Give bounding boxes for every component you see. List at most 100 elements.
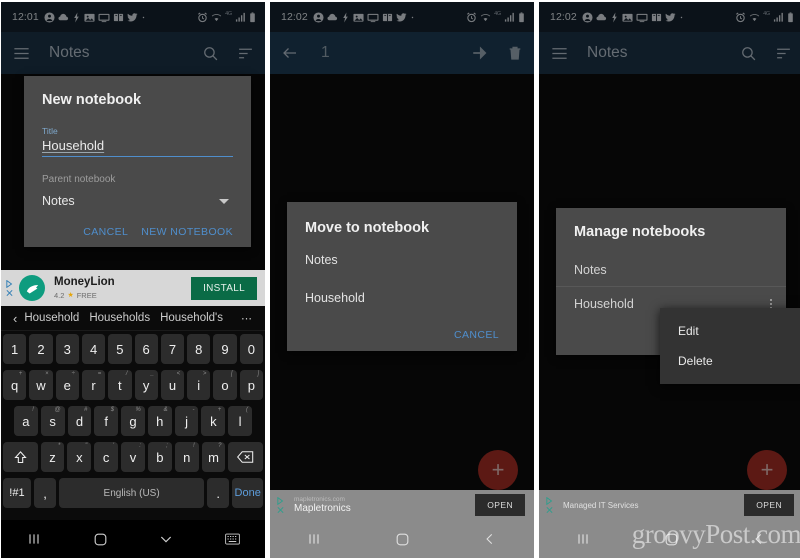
key-e[interactable]: ÷ e xyxy=(55,370,79,400)
key-y[interactable]: _ y xyxy=(134,370,158,400)
key-8[interactable]: 8 xyxy=(187,334,211,364)
notebook-name: Notes xyxy=(574,262,607,277)
key-t-sup: / xyxy=(125,371,128,377)
close-ad-icon xyxy=(277,506,283,513)
menu-item-delete[interactable]: Delete xyxy=(660,346,800,376)
key-k[interactable]: + k xyxy=(201,406,226,436)
home-icon[interactable] xyxy=(646,532,696,547)
key-1[interactable]: 1 xyxy=(3,334,27,364)
install-ad-banner[interactable]: MoneyLion 4.2 ★ FREE INSTALL xyxy=(1,270,265,306)
title-input[interactable]: Household xyxy=(42,138,233,157)
dialog-title: Move to notebook xyxy=(305,220,430,236)
key-c[interactable]: ' c xyxy=(94,442,119,472)
key-n[interactable]: ! n xyxy=(174,442,199,472)
open-ad-button[interactable]: OPEN xyxy=(475,494,525,516)
recents-icon[interactable] xyxy=(558,531,608,547)
bottom-ad-banner[interactable]: Managed IT Services OPEN xyxy=(539,490,800,520)
home-icon[interactable] xyxy=(75,532,125,547)
recents-icon[interactable] xyxy=(289,531,339,547)
key-l[interactable]: (l xyxy=(228,406,253,436)
phone-panel-1: 12:01 4G Notes New notebook Title Househ… xyxy=(1,2,265,558)
ad-text-block: Managed IT Services xyxy=(563,501,744,510)
symbols-key[interactable]: !#1 xyxy=(3,478,31,508)
notebook-row-notes[interactable]: Notes xyxy=(556,253,786,287)
home-icon[interactable] xyxy=(377,532,427,547)
key-p[interactable]: ] p xyxy=(239,370,263,400)
ad-choices-controls[interactable] xyxy=(542,496,556,514)
space-key[interactable]: English (US) xyxy=(59,478,205,508)
period-key[interactable]: . xyxy=(207,478,230,508)
key-z[interactable]: * z xyxy=(40,442,65,472)
close-ad-icon xyxy=(546,506,552,513)
key-x[interactable]: " x xyxy=(67,442,92,472)
key-l-sup: ( xyxy=(246,407,249,413)
key-7[interactable]: 7 xyxy=(160,334,185,364)
done-key[interactable]: Done xyxy=(232,478,264,508)
key-u[interactable]: < u xyxy=(160,370,185,400)
key-i[interactable]: > i xyxy=(187,370,211,400)
key-6[interactable]: 6 xyxy=(134,334,158,364)
key-f-sup: $ xyxy=(110,407,115,413)
keyboard-row-3: * z " x ' c :v ; b ! n ? m xyxy=(1,439,265,475)
key-9[interactable]: 9 xyxy=(213,334,237,364)
back-icon[interactable] xyxy=(734,532,784,546)
keyboard-icon[interactable] xyxy=(207,533,257,545)
key-m[interactable]: ? m xyxy=(201,442,226,472)
key-q[interactable]: + q xyxy=(3,370,27,400)
nav-bar-3 xyxy=(539,520,800,558)
notebook-option-household[interactable]: Household xyxy=(305,291,499,305)
install-button[interactable]: INSTALL xyxy=(191,276,257,300)
bottom-ad-banner[interactable]: mapletronics.com Mapletronics OPEN xyxy=(270,490,534,520)
recents-icon[interactable] xyxy=(9,531,59,547)
screenshot-stage: 12:01 4G Notes New notebook Title Househ… xyxy=(0,0,800,560)
keyboard-row-numbers: 1 2 3 4 5 6 7 8 9 0 xyxy=(1,331,265,367)
comma-key[interactable]: , xyxy=(33,478,57,508)
key-4[interactable]: 4 xyxy=(81,334,106,364)
cancel-button[interactable]: CANCEL xyxy=(454,329,499,341)
key-n-sup: ! xyxy=(192,443,195,449)
key-w[interactable]: × w xyxy=(29,370,53,400)
suggestion-prev-icon[interactable]: ‹ xyxy=(13,311,17,326)
key-2[interactable]: 2 xyxy=(29,334,53,364)
ad-choices-controls[interactable] xyxy=(3,279,16,297)
key-f[interactable]: $ f xyxy=(94,406,119,436)
suggestion-more-icon[interactable]: ⋯ xyxy=(241,312,253,325)
key-r[interactable]: = r xyxy=(81,370,106,400)
key-u-sup: < xyxy=(176,371,181,377)
ad-choices-controls[interactable] xyxy=(273,496,287,514)
back-icon[interactable] xyxy=(465,532,515,546)
key-0[interactable]: 0 xyxy=(239,334,263,364)
new-notebook-dialog: New notebook Title Household Parent note… xyxy=(24,76,251,247)
new-notebook-button[interactable]: NEW NOTEBOOK xyxy=(141,226,233,238)
notebook-option-notes[interactable]: Notes xyxy=(305,253,499,267)
key-v-sup: : xyxy=(139,443,141,449)
key-d[interactable]: # d xyxy=(67,406,92,436)
shift-key[interactable] xyxy=(2,442,38,472)
suggestion-0[interactable]: Household xyxy=(24,312,79,324)
key-o-sup: [ xyxy=(231,371,233,377)
key-o[interactable]: [o xyxy=(213,370,237,400)
key-h[interactable]: & h xyxy=(147,406,172,436)
suggestion-2[interactable]: Household's xyxy=(160,312,223,324)
backspace-key[interactable] xyxy=(228,442,264,472)
chevron-down-icon xyxy=(219,198,229,204)
suggestion-1[interactable]: Households xyxy=(89,312,150,324)
key-j[interactable]: -j xyxy=(174,406,199,436)
key-b[interactable]: ; b xyxy=(147,442,172,472)
parent-notebook-select[interactable]: Notes xyxy=(42,194,233,208)
ad-app-name: MoneyLion xyxy=(54,276,115,289)
hide-keyboard-icon[interactable] xyxy=(141,531,191,547)
keyboard-row-4: !#1 , English (US) . Done xyxy=(1,475,265,511)
menu-item-edit[interactable]: Edit xyxy=(660,316,800,346)
open-ad-button[interactable]: OPEN xyxy=(744,494,794,516)
key-a[interactable]: ! a xyxy=(13,406,38,436)
key-g[interactable]: % g xyxy=(121,406,145,436)
ad-url: mapletronics.com xyxy=(294,495,345,503)
key-3[interactable]: 3 xyxy=(55,334,79,364)
key-5[interactable]: 5 xyxy=(108,334,132,364)
key-s[interactable]: @ s xyxy=(40,406,65,436)
key-t[interactable]: / t xyxy=(108,370,132,400)
phone-panel-3: 12:02 4G Notes + Manage notebooks Notes … xyxy=(539,2,800,558)
key-v[interactable]: :v xyxy=(121,442,145,472)
cancel-button[interactable]: CANCEL xyxy=(83,226,128,238)
